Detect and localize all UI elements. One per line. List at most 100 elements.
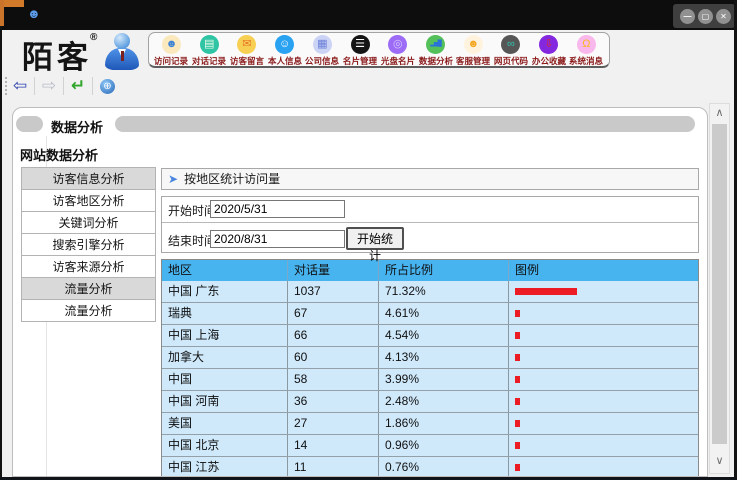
sidebar-item[interactable]: 访客地区分析 xyxy=(21,189,156,212)
close-button[interactable]: ✕ xyxy=(716,9,731,24)
count-cell: 60 xyxy=(288,347,379,368)
tab-bar xyxy=(115,116,695,132)
toolbar-item-my-profile[interactable]: ☺本人信息 xyxy=(266,35,303,67)
system-message-icon: Ω xyxy=(577,35,596,54)
toolbar-item-support-manage[interactable]: ☻客服管理 xyxy=(455,35,492,67)
page-title: 网站数据分析 xyxy=(20,145,98,164)
legend-cell xyxy=(509,413,698,434)
percent-cell: 4.54% xyxy=(379,325,509,346)
scroll-down-arrow[interactable]: ∨ xyxy=(710,454,729,467)
count-cell: 58 xyxy=(288,369,379,390)
legend-bar xyxy=(515,354,520,361)
vertical-scrollbar: ∧ ∨ xyxy=(709,103,730,474)
forward-icon[interactable]: ⇨ xyxy=(36,74,62,98)
toolbar-item-company-info[interactable]: ▦公司信息 xyxy=(304,35,341,67)
region-cell: 美国 xyxy=(162,413,288,434)
sidebar-item[interactable]: 关键词分析 xyxy=(21,211,156,234)
legend-bar xyxy=(515,288,577,295)
table-header-row: 地区对话量所占比例图例 xyxy=(162,260,698,281)
percent-cell: 3.99% xyxy=(379,369,509,390)
sidebar-item[interactable]: 流量分析 xyxy=(21,299,156,322)
titlebar-app-icon: ☻ xyxy=(27,7,41,21)
data-analysis-icon: ▂▅█ xyxy=(426,35,445,54)
toolbar-item-web-code[interactable]: ∞网页代码 xyxy=(492,35,529,67)
nav-separator xyxy=(92,77,93,95)
toolbar-band: 陌客® ☻访问记录▤对话记录✉访客留言☺本人信息▦公司信息☰名片管理◎光盘名片▂… xyxy=(2,30,734,72)
scroll-up-arrow[interactable]: ∧ xyxy=(710,106,729,119)
toolbar-item-label: 对话记录 xyxy=(192,54,226,66)
maximize-button[interactable]: ▢ xyxy=(698,9,713,24)
legend-cell xyxy=(509,325,698,346)
brand-logo: 陌客® xyxy=(22,32,97,77)
content-area: 数据分析 网站数据分析 访客信息分析访客地区分析关键词分析搜索引擎分析访客来源分… xyxy=(2,100,734,477)
support-manage-icon: ☻ xyxy=(464,35,483,54)
legend-cell xyxy=(509,347,698,368)
visitor-message-icon: ✉ xyxy=(237,35,256,54)
cd-card-icon: ◎ xyxy=(388,35,407,54)
start-date-input[interactable] xyxy=(210,200,345,218)
sidebar-item[interactable]: 访客来源分析 xyxy=(21,255,156,278)
company-info-icon: ▦ xyxy=(313,35,332,54)
toolbar-item-label: 网页代码 xyxy=(494,54,528,66)
legend-bar xyxy=(515,376,520,383)
table-body: 中国 广东103771.32%瑞典674.61%中国 上海664.54%加拿大6… xyxy=(162,281,698,477)
frame-accent xyxy=(0,0,4,26)
count-cell: 1037 xyxy=(288,281,379,302)
toolbar-item-label: 名片管理 xyxy=(343,54,377,66)
toolbar-item-label: 公司信息 xyxy=(305,54,339,66)
legend-cell xyxy=(509,281,698,302)
refresh-icon[interactable]: ↵ xyxy=(65,74,91,98)
table-row: 中国 江苏110.76% xyxy=(162,456,698,477)
column-header: 地区 xyxy=(162,260,288,281)
region-cell: 中国 上海 xyxy=(162,325,288,346)
toolbar-item-visitor-message[interactable]: ✉访客留言 xyxy=(228,35,265,67)
toolbar-item-chat-records[interactable]: ▤对话记录 xyxy=(191,35,228,67)
office-favorites-icon: ⇩ xyxy=(539,35,558,54)
percent-cell: 4.13% xyxy=(379,347,509,368)
start-statistics-button[interactable]: 开始统计 xyxy=(346,227,404,250)
toolbar-item-label: 系统消息 xyxy=(569,54,603,66)
end-date-input[interactable] xyxy=(210,230,345,248)
count-cell: 66 xyxy=(288,325,379,346)
sidebar-item[interactable]: 搜索引擎分析 xyxy=(21,233,156,256)
table-row: 加拿大604.13% xyxy=(162,346,698,368)
toolbar-item-office-favorites[interactable]: ⇩办公收藏 xyxy=(530,35,567,67)
scroll-thumb[interactable] xyxy=(712,124,727,444)
minimize-button[interactable]: — xyxy=(680,9,695,24)
percent-cell: 0.76% xyxy=(379,457,509,477)
toolbar-item-system-message[interactable]: Ω系统消息 xyxy=(568,35,605,67)
business-card-icon: ☰ xyxy=(351,35,370,54)
section-header-label: 按地区统计访问量 xyxy=(184,172,280,186)
main-panel: 数据分析 网站数据分析 访客信息分析访客地区分析关键词分析搜索引擎分析访客来源分… xyxy=(12,107,708,477)
percent-cell: 2.48% xyxy=(379,391,509,412)
table-row: 中国 北京140.96% xyxy=(162,434,698,456)
arrow-icon: ➤ xyxy=(168,172,178,186)
count-cell: 14 xyxy=(288,435,379,456)
toolbar-item-business-card[interactable]: ☰名片管理 xyxy=(342,35,379,67)
web-code-icon: ∞ xyxy=(501,35,520,54)
back-icon[interactable]: ⇦ xyxy=(7,74,33,98)
toolbar-item-label: 光盘名片 xyxy=(381,54,415,66)
tab-data-analysis: 数据分析 xyxy=(51,117,103,136)
toolbar-item-data-analysis[interactable]: ▂▅█数据分析 xyxy=(417,35,454,67)
nav-separator xyxy=(34,77,35,95)
count-cell: 36 xyxy=(288,391,379,412)
percent-cell: 4.61% xyxy=(379,303,509,324)
app-window: ☻ —▢✕ 陌客® ☻访问记录▤对话记录✉访客留言☺本人信息▦公司信息☰名片管理… xyxy=(0,0,737,480)
region-cell: 中国 江苏 xyxy=(162,457,288,477)
toolbar-item-cd-card[interactable]: ◎光盘名片 xyxy=(379,35,416,67)
toolbar-item-label: 数据分析 xyxy=(418,54,452,66)
count-cell: 67 xyxy=(288,303,379,324)
region-cell: 中国 xyxy=(162,369,288,390)
sidebar-item[interactable]: 流量分析 xyxy=(21,277,156,300)
titlebar: ☻ —▢✕ xyxy=(0,0,737,30)
table-row: 中国 广东103771.32% xyxy=(162,281,698,302)
region-cell: 加拿大 xyxy=(162,347,288,368)
percent-cell: 71.32% xyxy=(379,281,509,302)
legend-bar xyxy=(515,442,520,449)
sidebar-item[interactable]: 访客信息分析 xyxy=(21,167,156,190)
tab-pill-left xyxy=(16,116,43,132)
toolbar-item-label: 访客留言 xyxy=(230,54,264,66)
toolbar-item-visit-records[interactable]: ☻访问记录 xyxy=(153,35,190,67)
globe-icon[interactable]: ⊕ xyxy=(100,79,115,94)
